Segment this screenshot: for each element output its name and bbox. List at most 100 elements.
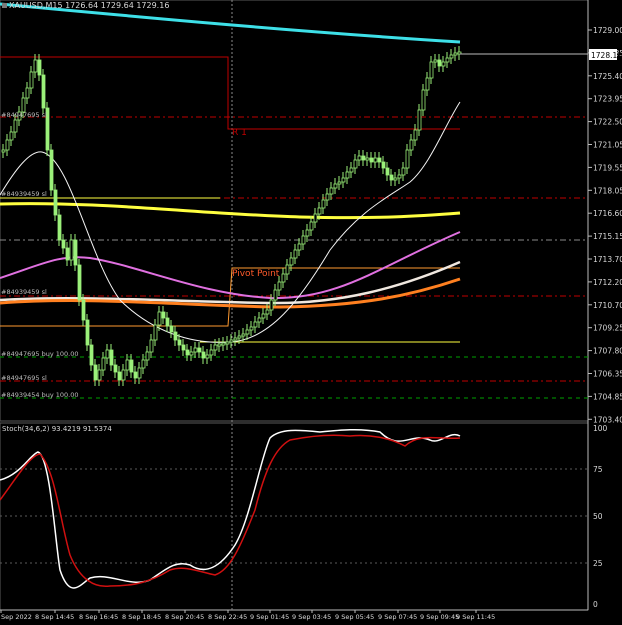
bull-candle [257,317,262,323]
bull-candle [13,119,18,133]
bull-candle [189,351,194,356]
bear-candle [197,347,202,353]
bull-candle [433,59,438,63]
bull-candle [121,369,126,381]
bull-candle [145,351,150,361]
bull-candle [325,193,330,201]
bull-candle [453,52,458,56]
bull-candle [289,257,294,266]
bear-candle [361,155,366,161]
time-label: 9 Sep 11:45 [456,613,495,621]
bull-candle [285,264,290,275]
time-label: 8 Sep 22:45 [208,613,247,621]
bear-candle [381,161,386,169]
bull-candle [33,59,38,73]
bear-candle [85,319,90,346]
price-label: 1712.20 [593,278,622,287]
bull-candle [253,321,258,328]
bull-candle [273,289,278,301]
bear-candle [113,364,118,373]
bear-candle [385,167,390,176]
price-label: 1725.40 [593,72,622,81]
bear-candle [177,339,182,346]
bear-candle [173,331,178,341]
bull-candle [233,337,238,341]
bull-candle [193,347,198,353]
bull-candle [1,149,6,153]
price-label: 1703.40 [593,415,622,424]
bull-candle [317,207,322,215]
bull-candle [97,369,102,381]
time-label: Sep 2022 [1,613,32,621]
price-label: 1718.05 [593,186,622,195]
time-label: 9 Sep 07:45 [378,613,417,621]
time-label: 9 Sep 05:45 [335,613,374,621]
bull-candle [29,71,34,89]
price-label: 1715.15 [593,232,622,241]
main-pane[interactable] [0,0,589,422]
bear-candle [389,174,394,181]
bear-candle [161,311,166,319]
bull-candle [349,167,354,173]
bear-candle [77,264,82,301]
chart-title-text: XAUUSD,M15 1726.64 1729.64 1729.16 [9,1,170,10]
order-label[interactable]: #84939459 sl [1,190,47,198]
bull-candle [157,311,162,326]
stoch-axis-label: 50 [593,512,603,521]
bear-candle [57,214,62,241]
price-label: 1721.05 [593,141,622,150]
bull-candle [421,89,426,111]
bull-candle [401,167,406,176]
price-chart[interactable]: 1729.001726.851725.401723.951722.501721.… [0,0,622,625]
order-label[interactable]: #84947695 sl [1,111,47,119]
r1-label: R 1 [232,128,247,138]
order-label[interactable]: #84939454 buy 100.00 [1,391,79,399]
bear-candle [61,239,66,249]
bear-candle [165,317,170,327]
order-label[interactable]: #84947695 sl [1,374,47,382]
bull-candle [209,349,214,356]
price-label: 1722.50 [593,118,622,127]
bull-candle [69,239,74,261]
bull-candle [21,97,26,113]
bull-candle [425,77,430,91]
stochastic-axis[interactable]: 100 75 50 25 0 [593,424,608,609]
order-label[interactable]: #84939459 sl [1,288,47,296]
price-label: 1707.80 [593,347,622,356]
bull-candle [365,157,370,161]
bull-candle [217,343,222,347]
stoch-axis-label: 75 [593,465,603,474]
bull-candle [125,359,130,371]
price-axis[interactable]: 1729.001726.851725.401723.951722.501721.… [588,26,622,424]
price-label: 1719.55 [593,163,622,172]
time-label: 8 Sep 18:45 [122,613,161,621]
time-axis[interactable]: Sep 2022 8 Sep 14:45 8 Sep 16:45 8 Sep 18:4… [0,610,495,621]
bull-candle [265,309,270,315]
stochastic-label: Stoch(34,6,2) 93.4219 91.5374 [2,425,112,433]
bull-candle [269,299,274,311]
bull-candle [213,344,218,351]
bull-candle [329,187,334,195]
stochastic-pane[interactable] [0,422,589,611]
price-label: 1716.60 [593,209,622,218]
price-label: 1723.95 [593,95,622,104]
bear-candle [53,189,58,216]
bear-candle [93,364,98,381]
bear-candle [89,344,94,366]
bear-candle [65,247,70,261]
bull-candle [309,221,314,231]
price-label: 1706.35 [593,370,622,379]
bull-candle [25,87,30,99]
order-label[interactable]: #84947695 buy 100.00 [1,350,79,358]
bear-candle [181,344,186,351]
bull-candle [225,341,230,345]
bull-candle [301,235,306,245]
bear-candle [109,349,114,366]
bull-candle [417,109,422,131]
bear-candle [369,157,374,163]
pivot-point-label: Pivot Point [232,269,280,279]
stoch-axis-label: 25 [593,559,603,568]
bull-candle [333,183,338,189]
bear-candle [201,351,206,359]
bear-candle [437,59,442,67]
